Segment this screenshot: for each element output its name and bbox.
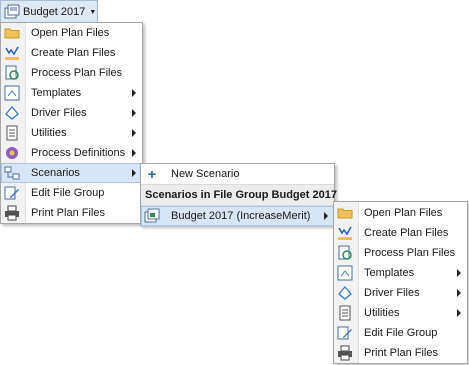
menu-item-open-plan-files[interactable]: Open Plan Files bbox=[1, 23, 142, 43]
menu-item-label: Utilities bbox=[364, 307, 400, 319]
new-scenario-item[interactable]: + New Scenario bbox=[141, 164, 334, 184]
menu-item-label: Scenarios bbox=[31, 167, 80, 179]
main-menu: Open Plan Files Create Plan Files Proces… bbox=[0, 22, 143, 224]
submenu-arrow-icon bbox=[457, 289, 461, 297]
menu-item-process-definitions[interactable]: Process Definitions bbox=[1, 143, 142, 163]
edit-icon bbox=[4, 185, 20, 201]
menu-item-label: Process Definitions bbox=[31, 147, 126, 159]
menu-item-label: Open Plan Files bbox=[31, 27, 110, 39]
submenu-item-driver-files[interactable]: Driver Files bbox=[334, 283, 467, 303]
submenu-item-process-plan-files[interactable]: Process Plan Files bbox=[334, 243, 467, 263]
create-document-icon bbox=[337, 225, 353, 241]
menu-item-label: Process Plan Files bbox=[364, 247, 456, 259]
folder-icon bbox=[337, 205, 353, 221]
templates-icon bbox=[4, 85, 20, 101]
scenario-item-budget-2017-increasemerit[interactable]: Budget 2017 (IncreaseMerit) bbox=[141, 206, 334, 226]
process-definitions-icon bbox=[4, 145, 20, 161]
menu-item-label: Process Plan Files bbox=[31, 67, 123, 79]
submenu-arrow-icon bbox=[132, 109, 136, 117]
menu-item-driver-files[interactable]: Driver Files bbox=[1, 103, 142, 123]
create-document-icon bbox=[4, 45, 20, 61]
utilities-icon bbox=[4, 125, 20, 141]
file-group-dropdown-button[interactable]: Budget 2017 ▼ bbox=[0, 0, 98, 24]
menu-item-label: Edit File Group bbox=[31, 187, 105, 199]
file-group-label: Budget 2017 bbox=[23, 6, 86, 18]
utilities-icon bbox=[337, 305, 353, 321]
submenu-item-utilities[interactable]: Utilities bbox=[334, 303, 467, 323]
menu-item-label: Open Plan Files bbox=[364, 207, 443, 219]
menu-item-label: Create Plan Files bbox=[364, 227, 449, 239]
submenu-item-create-plan-files[interactable]: Create Plan Files bbox=[334, 223, 467, 243]
submenu-arrow-icon bbox=[132, 169, 136, 177]
menu-item-label: Driver Files bbox=[364, 287, 420, 299]
menu-item-templates[interactable]: Templates bbox=[1, 83, 142, 103]
submenu-item-templates[interactable]: Templates bbox=[334, 263, 467, 283]
driver-files-icon bbox=[4, 105, 20, 121]
menu-item-print-plan-files[interactable]: Print Plan Files bbox=[1, 203, 142, 223]
menu-item-label: Print Plan Files bbox=[364, 347, 438, 359]
menu-item-label: Edit File Group bbox=[364, 327, 438, 339]
templates-icon bbox=[337, 265, 353, 281]
menu-item-label: Templates bbox=[31, 87, 82, 99]
submenu-arrow-icon bbox=[132, 149, 136, 157]
scenarios-submenu: + New Scenario Scenarios in File Group B… bbox=[140, 163, 337, 226]
submenu-arrow-icon bbox=[132, 89, 136, 97]
menu-item-label: Create Plan Files bbox=[31, 47, 116, 59]
menu-item-label: Utilities bbox=[31, 127, 67, 139]
driver-files-icon bbox=[337, 285, 353, 301]
menu-item-utilities[interactable]: Utilities bbox=[1, 123, 142, 143]
process-document-icon bbox=[337, 245, 353, 261]
scenario-file-group-icon bbox=[144, 208, 160, 224]
menu-item-scenarios[interactable]: Scenarios bbox=[1, 163, 142, 183]
folder-icon bbox=[4, 25, 20, 41]
plus-icon: + bbox=[147, 166, 157, 182]
scenario-item-label: Budget 2017 (IncreaseMerit) bbox=[171, 210, 311, 222]
menu-item-create-plan-files[interactable]: Create Plan Files bbox=[1, 43, 142, 63]
submenu-arrow-icon bbox=[132, 129, 136, 137]
menu-item-label: Templates bbox=[364, 267, 415, 279]
menu-item-label: Driver Files bbox=[31, 107, 87, 119]
process-document-icon bbox=[4, 65, 20, 81]
submenu-item-edit-file-group[interactable]: Edit File Group bbox=[334, 323, 467, 343]
new-scenario-label: New Scenario bbox=[171, 168, 240, 180]
printer-icon bbox=[337, 345, 353, 361]
scenarios-icon bbox=[4, 165, 20, 181]
submenu-arrow-icon bbox=[457, 309, 461, 317]
menu-item-edit-file-group[interactable]: Edit File Group bbox=[1, 183, 142, 203]
menu-item-process-plan-files[interactable]: Process Plan Files bbox=[1, 63, 142, 83]
menu-item-label: Print Plan Files bbox=[31, 207, 105, 219]
scenario-actions-submenu: Open Plan Files Create Plan Files Proces… bbox=[333, 201, 468, 364]
submenu-item-open-plan-files[interactable]: Open Plan Files bbox=[334, 203, 467, 223]
scenarios-section-header: Scenarios in File Group Budget 2017 bbox=[141, 184, 337, 206]
file-group-icon bbox=[4, 4, 20, 20]
printer-icon bbox=[4, 205, 20, 221]
chevron-down-icon: ▼ bbox=[89, 8, 97, 16]
submenu-item-print-plan-files[interactable]: Print Plan Files bbox=[334, 343, 467, 363]
submenu-arrow-icon bbox=[324, 212, 328, 220]
edit-icon bbox=[337, 325, 353, 341]
submenu-arrow-icon bbox=[457, 269, 461, 277]
